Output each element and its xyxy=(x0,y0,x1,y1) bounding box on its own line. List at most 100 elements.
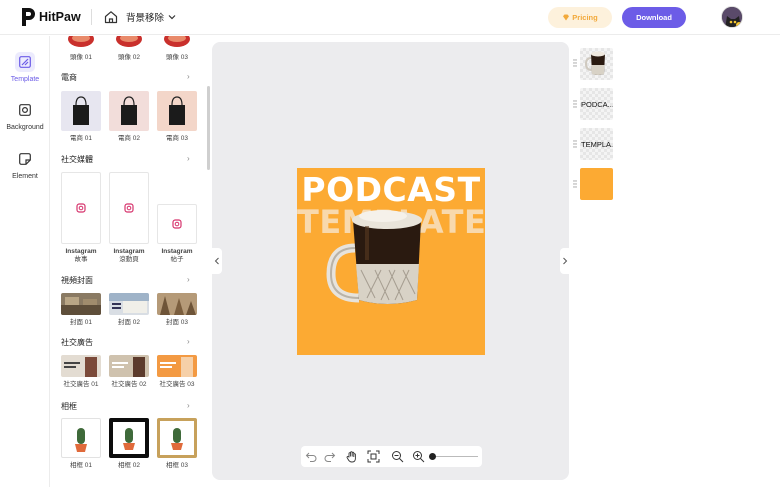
zoom-slider-track[interactable] xyxy=(433,456,478,457)
cactus-pot-icon xyxy=(171,428,183,450)
drag-handle-icon[interactable] xyxy=(573,100,577,108)
zoom-out-icon[interactable] xyxy=(391,450,404,463)
collapse-right-button[interactable] xyxy=(560,248,570,274)
section-title-social-ads: 社交廣告 xyxy=(61,338,93,347)
header-divider xyxy=(91,9,92,25)
template-cover-02[interactable] xyxy=(109,293,149,315)
template-ecommerce-01[interactable] xyxy=(61,91,101,131)
template-instagram-post[interactable] xyxy=(157,204,197,244)
rail-template-label: Template xyxy=(10,76,40,83)
caption-instagram-story: Instagram 故事 xyxy=(59,248,103,264)
rail-element[interactable]: Element xyxy=(0,149,50,180)
caption-instagram-reel: Instagram 滾動頁 xyxy=(107,248,151,264)
template-instagram-story[interactable] xyxy=(61,172,101,244)
caption-avatar-03: 頭像 03 xyxy=(165,54,189,61)
layer-text-template-label: TEMPLA... xyxy=(581,139,613,149)
undo-icon[interactable] xyxy=(305,450,318,463)
layer-image[interactable] xyxy=(580,48,613,80)
pricing-button[interactable]: Pricing xyxy=(548,7,612,28)
social-ad-thumb-icon xyxy=(160,357,193,377)
home-icon[interactable] xyxy=(104,10,118,24)
beer-mug-image-icon[interactable] xyxy=(325,202,431,310)
drag-handle-icon[interactable] xyxy=(573,180,577,188)
template-social-ad-03[interactable] xyxy=(157,355,197,377)
template-instagram-reel[interactable] xyxy=(109,172,149,244)
pricing-label: Pricing xyxy=(572,13,598,22)
tote-bag-icon xyxy=(73,96,89,125)
caption-line: 帖子 xyxy=(170,256,184,263)
instagram-icon xyxy=(124,203,134,213)
template-social-ad-02[interactable] xyxy=(109,355,149,377)
instagram-icon xyxy=(172,219,182,229)
template-frame-03[interactable] xyxy=(157,418,197,458)
rail-background-label: Background xyxy=(6,124,44,131)
template-cover-03[interactable] xyxy=(157,293,197,315)
rail-element-label: Element xyxy=(12,173,38,180)
chevron-right-icon[interactable]: › xyxy=(187,401,190,410)
caption-social-ad-02: 社交廣告 02 xyxy=(111,381,147,388)
caption-line: 故事 xyxy=(74,256,88,263)
caption-instagram-post: Instagram 帖子 xyxy=(155,248,199,264)
template-avatar-03[interactable] xyxy=(157,36,197,50)
chevron-right-icon[interactable]: › xyxy=(187,337,190,346)
instagram-icon xyxy=(76,203,86,213)
drag-handle-icon[interactable] xyxy=(573,59,577,67)
layer-background-color[interactable] xyxy=(580,168,613,200)
layer-text-podcast[interactable]: PODCA... xyxy=(580,88,613,120)
collapse-left-button[interactable] xyxy=(212,248,222,274)
template-avatar-01[interactable] xyxy=(61,36,101,50)
cover-thumb-icon xyxy=(109,293,149,313)
tote-bag-icon xyxy=(121,96,137,125)
caption-cover-02: 封面 02 xyxy=(117,319,141,326)
social-ad-thumb-icon xyxy=(64,357,97,377)
caption-ecommerce-01: 電商 01 xyxy=(69,135,93,142)
cover-thumb-icon xyxy=(160,296,196,315)
chevron-right-icon[interactable]: › xyxy=(187,154,190,163)
template-ecommerce-02[interactable] xyxy=(109,91,149,131)
rail-background[interactable]: Background xyxy=(0,100,50,131)
layer-text-template[interactable]: TEMPLA... xyxy=(580,128,613,160)
caption-avatar-02: 頭像 02 xyxy=(117,54,141,61)
rail-template[interactable]: Template xyxy=(0,52,50,83)
logo-text: HitPaw xyxy=(39,10,81,24)
template-frame-02[interactable] xyxy=(109,418,149,458)
template-frame-01[interactable] xyxy=(61,418,101,458)
social-ad-thumb-icon xyxy=(112,357,145,377)
template-social-ad-01[interactable] xyxy=(61,355,101,377)
fit-screen-icon[interactable] xyxy=(367,450,380,463)
panel-scrollbar[interactable] xyxy=(207,86,210,170)
section-title-frames: 相框 xyxy=(61,402,77,411)
design-artboard[interactable]: PODCAST TEMPLATE xyxy=(297,168,485,355)
template-cover-01[interactable] xyxy=(61,293,101,315)
redo-icon[interactable] xyxy=(323,450,336,463)
section-title-ecommerce: 電商 xyxy=(61,73,77,82)
logo[interactable]: HitPaw xyxy=(20,6,81,28)
avatar-template-thumb-icon xyxy=(116,36,142,47)
caption-line: Instagram xyxy=(65,248,97,255)
download-button[interactable]: Download xyxy=(622,7,686,28)
caption-social-ad-03: 社交廣告 03 xyxy=(159,381,195,388)
section-title-video-cover: 視頻封面 xyxy=(61,276,93,285)
chevron-right-icon[interactable]: › xyxy=(187,72,190,81)
template-avatar-02[interactable] xyxy=(109,36,149,50)
chevron-right-icon[interactable]: › xyxy=(187,275,190,284)
zoom-in-icon[interactable] xyxy=(412,450,425,463)
app: HitPaw 背景移除 Pricing Download Template Ba… xyxy=(0,0,780,487)
background-icon xyxy=(15,100,35,120)
cover-thumb-icon xyxy=(61,297,101,315)
avatar-template-thumb-icon xyxy=(164,36,190,47)
drag-handle-icon[interactable] xyxy=(573,140,577,148)
caption-frame-01: 相框 01 xyxy=(69,462,93,469)
template-ecommerce-03[interactable] xyxy=(157,91,197,131)
avatar-template-thumb-icon xyxy=(68,36,94,47)
caption-social-ad-01: 社交廣告 01 xyxy=(63,381,99,388)
download-label: Download xyxy=(636,13,672,22)
zoom-slider-handle[interactable] xyxy=(429,453,436,460)
caption-line: Instagram xyxy=(161,248,193,255)
section-title-social-media: 社交媒體 xyxy=(61,155,93,164)
layer-text-podcast-label: PODCA... xyxy=(581,99,613,109)
user-avatar[interactable] xyxy=(721,6,743,28)
avatar-image-icon xyxy=(722,7,742,27)
hand-pan-icon[interactable] xyxy=(345,450,358,463)
breadcrumb-dropdown[interactable]: 背景移除 xyxy=(126,10,176,24)
